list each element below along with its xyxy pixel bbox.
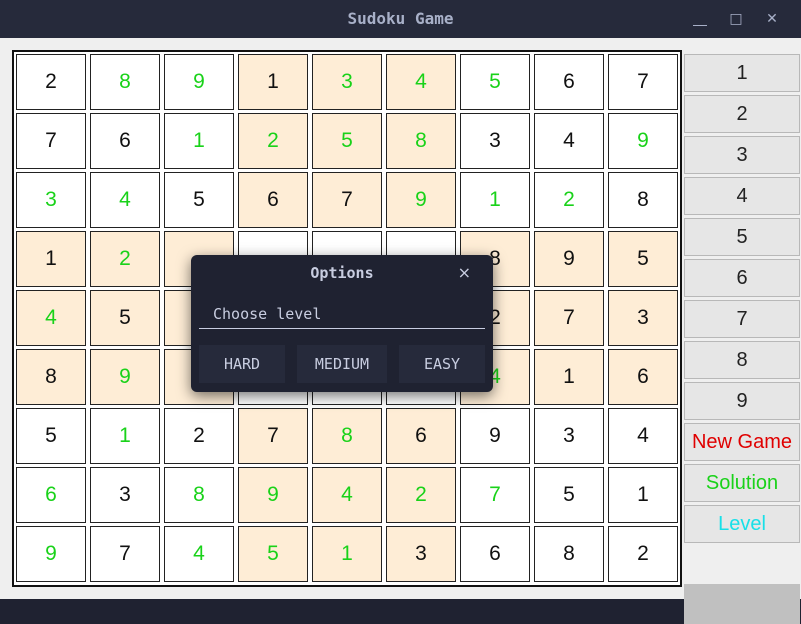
sudoku-cell-r1c5[interactable]: 3 bbox=[312, 54, 382, 110]
number-button-6[interactable]: 6 bbox=[684, 259, 800, 297]
number-button-1[interactable]: 1 bbox=[684, 54, 800, 92]
solution-button[interactable]: Solution bbox=[684, 464, 800, 502]
sudoku-cell-r8c1[interactable]: 6 bbox=[16, 467, 86, 523]
sudoku-cell-r9c2[interactable]: 7 bbox=[90, 526, 160, 582]
maximize-icon[interactable]: □ bbox=[724, 8, 748, 30]
sudoku-cell-r6c8[interactable]: 1 bbox=[534, 349, 604, 405]
sudoku-cell-r3c1[interactable]: 3 bbox=[16, 172, 86, 228]
sudoku-cell-r2c7[interactable]: 3 bbox=[460, 113, 530, 169]
sudoku-cell-r3c2[interactable]: 4 bbox=[90, 172, 160, 228]
options-dialog: Options × HARD MEDIUM EASY bbox=[191, 255, 493, 392]
sudoku-cell-r6c2[interactable]: 9 bbox=[90, 349, 160, 405]
sudoku-cell-r9c9[interactable]: 2 bbox=[608, 526, 678, 582]
sudoku-cell-r7c1[interactable]: 5 bbox=[16, 408, 86, 464]
dialog-close-icon[interactable]: × bbox=[458, 263, 471, 282]
sudoku-cell-r8c4[interactable]: 9 bbox=[238, 467, 308, 523]
sudoku-cell-r7c3[interactable]: 2 bbox=[164, 408, 234, 464]
sudoku-cell-r1c2[interactable]: 8 bbox=[90, 54, 160, 110]
sudoku-cell-r9c4[interactable]: 5 bbox=[238, 526, 308, 582]
sudoku-cell-r8c9[interactable]: 1 bbox=[608, 467, 678, 523]
sudoku-cell-r3c5[interactable]: 7 bbox=[312, 172, 382, 228]
sudoku-cell-r7c6[interactable]: 6 bbox=[386, 408, 456, 464]
medium-button[interactable]: MEDIUM bbox=[297, 345, 387, 383]
sudoku-cell-r2c8[interactable]: 4 bbox=[534, 113, 604, 169]
sudoku-cell-r7c9[interactable]: 4 bbox=[608, 408, 678, 464]
sudoku-cell-r2c2[interactable]: 6 bbox=[90, 113, 160, 169]
sudoku-cell-r1c1[interactable]: 2 bbox=[16, 54, 86, 110]
sudoku-cell-r1c8[interactable]: 6 bbox=[534, 54, 604, 110]
sudoku-cell-r7c8[interactable]: 3 bbox=[534, 408, 604, 464]
sudoku-cell-r3c6[interactable]: 9 bbox=[386, 172, 456, 228]
sudoku-cell-r2c4[interactable]: 2 bbox=[238, 113, 308, 169]
close-icon[interactable]: ✕ bbox=[760, 8, 784, 30]
sudoku-cell-r8c3[interactable]: 8 bbox=[164, 467, 234, 523]
sudoku-cell-r6c1[interactable]: 8 bbox=[16, 349, 86, 405]
sudoku-cell-r4c2[interactable]: 2 bbox=[90, 231, 160, 287]
sudoku-cell-r8c2[interactable]: 3 bbox=[90, 467, 160, 523]
level-input[interactable] bbox=[211, 302, 475, 326]
sudoku-cell-r9c5[interactable]: 1 bbox=[312, 526, 382, 582]
sudoku-cell-r1c9[interactable]: 7 bbox=[608, 54, 678, 110]
easy-button[interactable]: EASY bbox=[399, 345, 485, 383]
number-button-4[interactable]: 4 bbox=[684, 177, 800, 215]
number-button-8[interactable]: 8 bbox=[684, 341, 800, 379]
sudoku-cell-r7c2[interactable]: 1 bbox=[90, 408, 160, 464]
sudoku-cell-r4c1[interactable]: 1 bbox=[16, 231, 86, 287]
sudoku-cell-r7c5[interactable]: 8 bbox=[312, 408, 382, 464]
sudoku-cell-r8c8[interactable]: 5 bbox=[534, 467, 604, 523]
sudoku-cell-r9c8[interactable]: 8 bbox=[534, 526, 604, 582]
sudoku-cell-r8c6[interactable]: 2 bbox=[386, 467, 456, 523]
sudoku-cell-r2c1[interactable]: 7 bbox=[16, 113, 86, 169]
sudoku-cell-r4c9[interactable]: 5 bbox=[608, 231, 678, 287]
number-button-3[interactable]: 3 bbox=[684, 136, 800, 174]
sudoku-cell-r2c3[interactable]: 1 bbox=[164, 113, 234, 169]
sudoku-cell-r6c9[interactable]: 6 bbox=[608, 349, 678, 405]
sudoku-cell-r5c1[interactable]: 4 bbox=[16, 290, 86, 346]
dialog-title: Options bbox=[310, 264, 374, 282]
sudoku-cell-r2c9[interactable]: 9 bbox=[608, 113, 678, 169]
sudoku-cell-r4c8[interactable]: 9 bbox=[534, 231, 604, 287]
sudoku-cell-r1c6[interactable]: 4 bbox=[386, 54, 456, 110]
sudoku-cell-r3c8[interactable]: 2 bbox=[534, 172, 604, 228]
sudoku-cell-r5c2[interactable]: 5 bbox=[90, 290, 160, 346]
sudoku-cell-r7c7[interactable]: 9 bbox=[460, 408, 530, 464]
sudoku-cell-r9c7[interactable]: 6 bbox=[460, 526, 530, 582]
side-panel-filler bbox=[684, 584, 800, 624]
sudoku-cell-r8c7[interactable]: 7 bbox=[460, 467, 530, 523]
sudoku-cell-r9c6[interactable]: 3 bbox=[386, 526, 456, 582]
hard-button[interactable]: HARD bbox=[199, 345, 285, 383]
sudoku-cell-r3c7[interactable]: 1 bbox=[460, 172, 530, 228]
sudoku-cell-r1c7[interactable]: 5 bbox=[460, 54, 530, 110]
level-button[interactable]: Level bbox=[684, 505, 800, 543]
sudoku-cell-r2c6[interactable]: 8 bbox=[386, 113, 456, 169]
sudoku-cell-r1c4[interactable]: 1 bbox=[238, 54, 308, 110]
number-button-9[interactable]: 9 bbox=[684, 382, 800, 420]
window-title: Sudoku Game bbox=[347, 9, 454, 28]
sudoku-cell-r2c5[interactable]: 5 bbox=[312, 113, 382, 169]
new-game-button[interactable]: New Game bbox=[684, 423, 800, 461]
number-button-5[interactable]: 5 bbox=[684, 218, 800, 256]
sudoku-cell-r9c3[interactable]: 4 bbox=[164, 526, 234, 582]
sudoku-cell-r8c5[interactable]: 4 bbox=[312, 467, 382, 523]
sudoku-cell-r3c4[interactable]: 6 bbox=[238, 172, 308, 228]
sudoku-cell-r7c4[interactable]: 7 bbox=[238, 408, 308, 464]
sudoku-cell-r3c9[interactable]: 8 bbox=[608, 172, 678, 228]
sudoku-cell-r1c3[interactable]: 9 bbox=[164, 54, 234, 110]
sudoku-cell-r5c9[interactable]: 3 bbox=[608, 290, 678, 346]
minimize-icon[interactable]: ⎽ bbox=[688, 8, 712, 30]
number-button-7[interactable]: 7 bbox=[684, 300, 800, 338]
level-input-underline bbox=[199, 300, 485, 329]
sudoku-cell-r3c3[interactable]: 5 bbox=[164, 172, 234, 228]
number-button-2[interactable]: 2 bbox=[684, 95, 800, 133]
sudoku-cell-r9c1[interactable]: 9 bbox=[16, 526, 86, 582]
sudoku-cell-r5c8[interactable]: 7 bbox=[534, 290, 604, 346]
title-bar: Sudoku Game ⎽ □ ✕ bbox=[0, 0, 801, 38]
